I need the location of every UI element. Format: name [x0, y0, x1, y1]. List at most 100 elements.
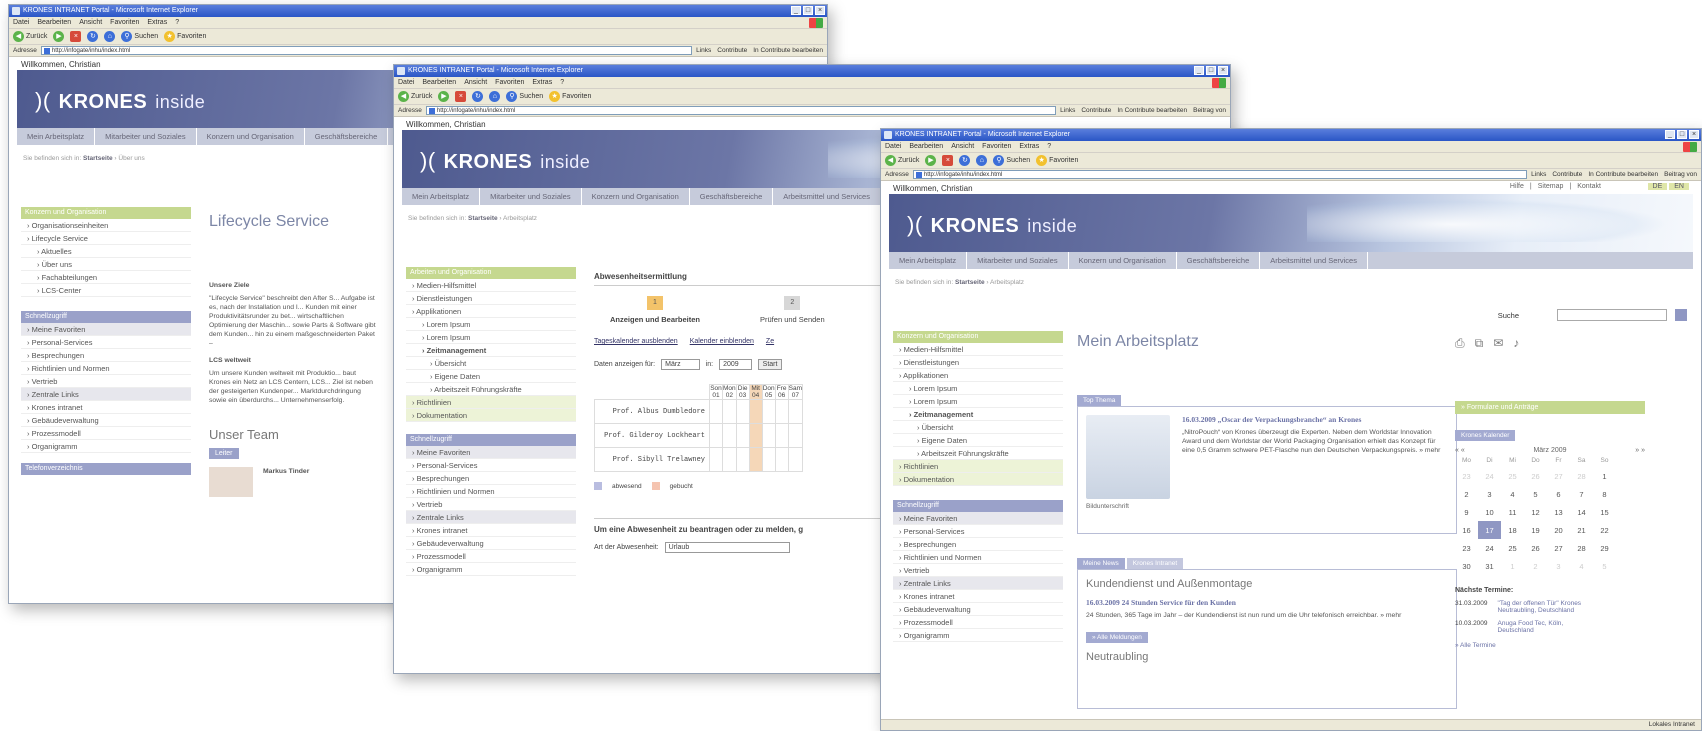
- next-month-button[interactable]: » »: [1635, 447, 1645, 454]
- calendar-day[interactable]: 10: [1478, 503, 1501, 521]
- quick-item[interactable]: › Meine Favoriten: [893, 512, 1063, 525]
- team-tab[interactable]: Leiter: [209, 448, 239, 459]
- calendar-day[interactable]: 1: [1501, 557, 1524, 575]
- back-button[interactable]: ◀ Zurück: [13, 31, 47, 42]
- calendar-day[interactable]: 26: [1524, 467, 1547, 485]
- start-button[interactable]: Start: [757, 359, 783, 370]
- nav-konzern[interactable]: Konzern und Organisation: [582, 188, 690, 205]
- favorites-button[interactable]: ★ Favoriten: [549, 91, 591, 102]
- quick-item[interactable]: › Zentrale Links: [21, 388, 191, 401]
- search-button[interactable]: ⚲ Suchen: [506, 91, 543, 102]
- calendar-day[interactable]: 27: [1547, 539, 1570, 557]
- quick-item[interactable]: › Personal-Services: [893, 525, 1063, 538]
- nav-geschaeftsbereiche[interactable]: Geschäftsbereiche: [305, 128, 389, 145]
- quick-item[interactable]: › Meine Favoriten: [406, 446, 576, 459]
- contribute-link[interactable]: Contribute: [717, 47, 747, 54]
- sidebar-item[interactable]: › Organisationseinheiten: [21, 219, 191, 232]
- nav-mitarbeiter[interactable]: Mitarbeiter und Soziales: [95, 128, 197, 145]
- search-button[interactable]: ⚲ Suchen: [121, 31, 158, 42]
- contribute-edit-link[interactable]: In Contribute bearbeiten: [753, 47, 823, 54]
- quick-item[interactable]: › Richtlinien und Normen: [406, 485, 576, 498]
- quick-item[interactable]: › Gebäudeverwaltung: [21, 414, 191, 427]
- breadcrumb-home[interactable]: Startseite: [83, 155, 113, 162]
- menu-help[interactable]: ?: [1047, 141, 1051, 152]
- event-item[interactable]: 10.03.2009 Anuga Food Tec, Köln, Deutsch…: [1455, 620, 1645, 634]
- sidebar-item[interactable]: › Übersicht: [406, 357, 576, 370]
- calendar-day[interactable]: 23: [1455, 467, 1478, 485]
- quick-item[interactable]: › Zentrale Links: [893, 577, 1063, 590]
- sidebar-item[interactable]: › Lorem Ipsum: [406, 331, 576, 344]
- nav-konzern[interactable]: Konzern und Organisation: [1069, 252, 1177, 269]
- sidebar-item[interactable]: › Lorem Ipsum: [406, 318, 576, 331]
- month-select[interactable]: März: [661, 359, 700, 370]
- refresh-button[interactable]: ↻: [472, 91, 484, 102]
- sidebar-item[interactable]: › Über uns: [21, 258, 191, 271]
- minimize-button[interactable]: _: [1665, 130, 1675, 139]
- sidebar-item[interactable]: › Richtlinien: [406, 396, 576, 409]
- close-button[interactable]: ×: [1218, 66, 1228, 75]
- menu-extras[interactable]: Extras: [1019, 141, 1039, 152]
- minimize-button[interactable]: _: [791, 6, 801, 15]
- all-news-button[interactable]: » Alle Meldungen: [1086, 632, 1148, 643]
- calendar-day[interactable]: 27: [1547, 467, 1570, 485]
- menu-ansicht[interactable]: Ansicht: [951, 141, 974, 152]
- sidebar-item[interactable]: › Arbeitszeit Führungskräfte: [406, 383, 576, 396]
- calendar-day[interactable]: 24: [1478, 467, 1501, 485]
- sidebar-item[interactable]: › LCS-Center: [21, 284, 191, 297]
- menu-extras[interactable]: Extras: [532, 77, 552, 88]
- maximize-button[interactable]: □: [1206, 66, 1216, 75]
- quick-item[interactable]: › Personal-Services: [406, 459, 576, 472]
- quick-item[interactable]: › Gebäudeverwaltung: [406, 537, 576, 550]
- home-button[interactable]: ⌂: [489, 91, 501, 102]
- calendar-day[interactable]: 12: [1524, 503, 1547, 521]
- quick-item[interactable]: › Besprechungen: [893, 538, 1063, 551]
- quick-item[interactable]: › Besprechungen: [21, 349, 191, 362]
- calendar-day[interactable]: 29: [1593, 539, 1616, 557]
- close-button[interactable]: ×: [1689, 130, 1699, 139]
- calendar-day[interactable]: 2: [1524, 557, 1547, 575]
- menu-favoriten[interactable]: Favoriten: [110, 17, 139, 28]
- window-titlebar[interactable]: KRONES INTRANET Portal - Microsoft Inter…: [394, 65, 1230, 77]
- calendar-day[interactable]: 3: [1547, 557, 1570, 575]
- nav-mein-arbeitsplatz[interactable]: Mein Arbeitsplatz: [889, 252, 968, 269]
- sidebar-item[interactable]: › Zeitmanagement: [893, 408, 1063, 421]
- all-events-link[interactable]: » Alle Termine: [1455, 642, 1645, 649]
- calendar-day[interactable]: 31: [1478, 557, 1501, 575]
- nav-mitarbeiter[interactable]: Mitarbeiter und Soziales: [480, 188, 582, 205]
- calendar-day[interactable]: 15: [1593, 503, 1616, 521]
- tab-krones-intranet[interactable]: Krones Intranet: [1126, 558, 1184, 569]
- nav-mein-arbeitsplatz[interactable]: Mein Arbeitsplatz: [17, 128, 96, 145]
- contribute-link[interactable]: Contribute: [1081, 107, 1111, 114]
- nav-geschaeftsbereiche[interactable]: Geschäftsbereiche: [690, 188, 774, 205]
- calendar-day[interactable]: 5: [1524, 485, 1547, 503]
- nav-mitarbeiter[interactable]: Mitarbeiter und Soziales: [967, 252, 1069, 269]
- menu-bearbeiten[interactable]: Bearbeiten: [37, 17, 71, 28]
- step-2[interactable]: 2 Prüfen und Senden: [760, 296, 825, 324]
- lang-en[interactable]: EN: [1669, 183, 1689, 190]
- calendar-day[interactable]: 6: [1547, 485, 1570, 503]
- window-titlebar[interactable]: KRONES INTRANET Portal - Microsoft Inter…: [9, 5, 827, 17]
- forward-button[interactable]: ▶: [53, 31, 65, 42]
- search-input[interactable]: [1557, 309, 1667, 321]
- prev-month-button[interactable]: « «: [1455, 447, 1465, 454]
- back-button[interactable]: ◀ Zurück: [885, 155, 919, 166]
- calendar-day[interactable]: 28: [1570, 467, 1593, 485]
- year-select[interactable]: 2009: [719, 359, 752, 370]
- quick-item[interactable]: › Vertrieb: [893, 564, 1063, 577]
- home-button[interactable]: ⌂: [104, 31, 116, 42]
- refresh-button[interactable]: ↻: [959, 155, 971, 166]
- address-input[interactable]: http://infogate/inhu/index.html: [40, 46, 693, 55]
- stop-button[interactable]: ×: [70, 31, 82, 42]
- calendar-day[interactable]: 19: [1524, 521, 1547, 539]
- quick-item[interactable]: › Gebäudeverwaltung: [893, 603, 1063, 616]
- beitrag-link[interactable]: Beitrag von: [1664, 171, 1697, 178]
- event-text[interactable]: Anuga Food Tec, Köln, Deutschland: [1498, 620, 1588, 634]
- sidebar-item[interactable]: › Eigene Daten: [406, 370, 576, 383]
- quick-item[interactable]: › Personal-Services: [21, 336, 191, 349]
- minimize-button[interactable]: _: [1194, 66, 1204, 75]
- menu-favoriten[interactable]: Favoriten: [982, 141, 1011, 152]
- forms-link[interactable]: » Formulare und Anträge: [1455, 401, 1645, 414]
- contribute-edit-link[interactable]: In Contribute bearbeiten: [1117, 107, 1187, 114]
- maximize-button[interactable]: □: [1677, 130, 1687, 139]
- calendar-day[interactable]: 2: [1455, 485, 1478, 503]
